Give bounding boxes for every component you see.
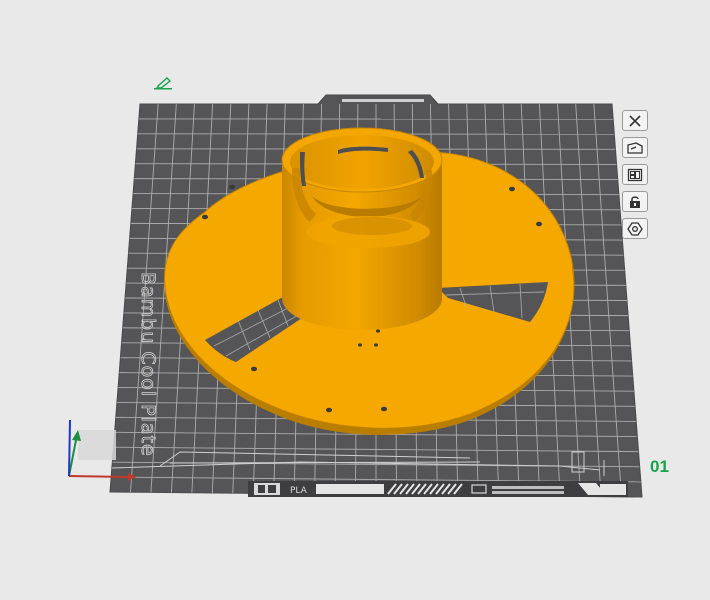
lock-plate-button[interactable]: [622, 191, 648, 212]
plate-index-label[interactable]: 01: [650, 457, 669, 477]
3d-viewport[interactable]: PLA Bambu Cool Plate: [0, 0, 710, 600]
arrange-button[interactable]: [622, 164, 648, 185]
edit-plate-name-icon[interactable]: [154, 77, 172, 90]
origin-marker: [78, 430, 116, 460]
orient-icon: [627, 141, 643, 154]
lock-icon: [630, 195, 640, 208]
gear-icon: [627, 221, 643, 236]
material-label: PLA: [290, 486, 308, 496]
plate-settings-button[interactable]: [622, 218, 648, 239]
plate-toolbar: [622, 110, 652, 239]
plate-brand-text: Bambu Cool Plate: [137, 272, 159, 457]
close-plate-button[interactable]: [622, 110, 648, 131]
close-icon: [629, 114, 641, 127]
arrange-icon: [627, 168, 643, 181]
auto-orient-button[interactable]: [622, 137, 648, 158]
